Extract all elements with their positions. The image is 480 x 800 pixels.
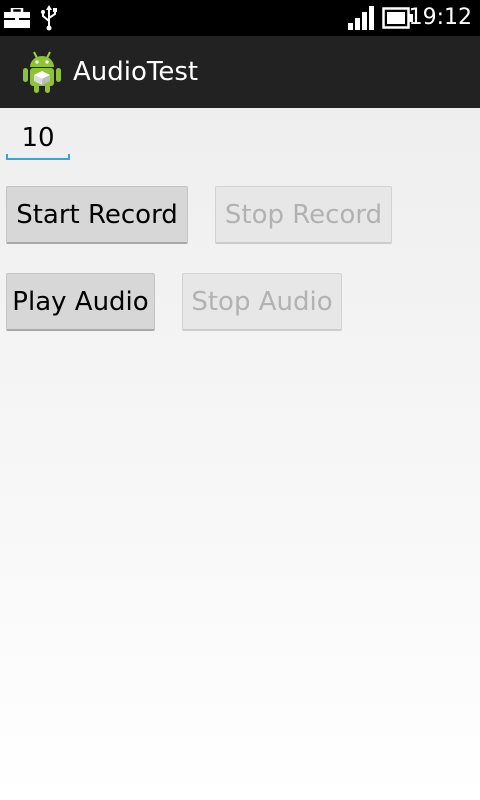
- number-field[interactable]: 10: [6, 118, 70, 160]
- number-field-underline: [6, 154, 70, 160]
- signal-icon: [348, 6, 374, 30]
- action-bar: AudioTest: [0, 36, 480, 108]
- status-bar: 19:12: [0, 0, 480, 36]
- android-app-icon[interactable]: [22, 50, 62, 94]
- stop-record-button[interactable]: Stop Record: [215, 186, 392, 244]
- start-record-button[interactable]: Start Record: [6, 186, 188, 244]
- play-audio-button[interactable]: Play Audio: [6, 273, 155, 331]
- status-time: 19:12: [408, 5, 472, 30]
- usb-icon: [41, 5, 57, 31]
- number-field-value: 10: [21, 123, 55, 153]
- app-title: AudioTest: [73, 57, 199, 87]
- briefcase-icon: [4, 8, 30, 28]
- main-content: 10 Start Record Stop Record Play Audio S…: [0, 108, 480, 800]
- stop-audio-button[interactable]: Stop Audio: [182, 273, 342, 331]
